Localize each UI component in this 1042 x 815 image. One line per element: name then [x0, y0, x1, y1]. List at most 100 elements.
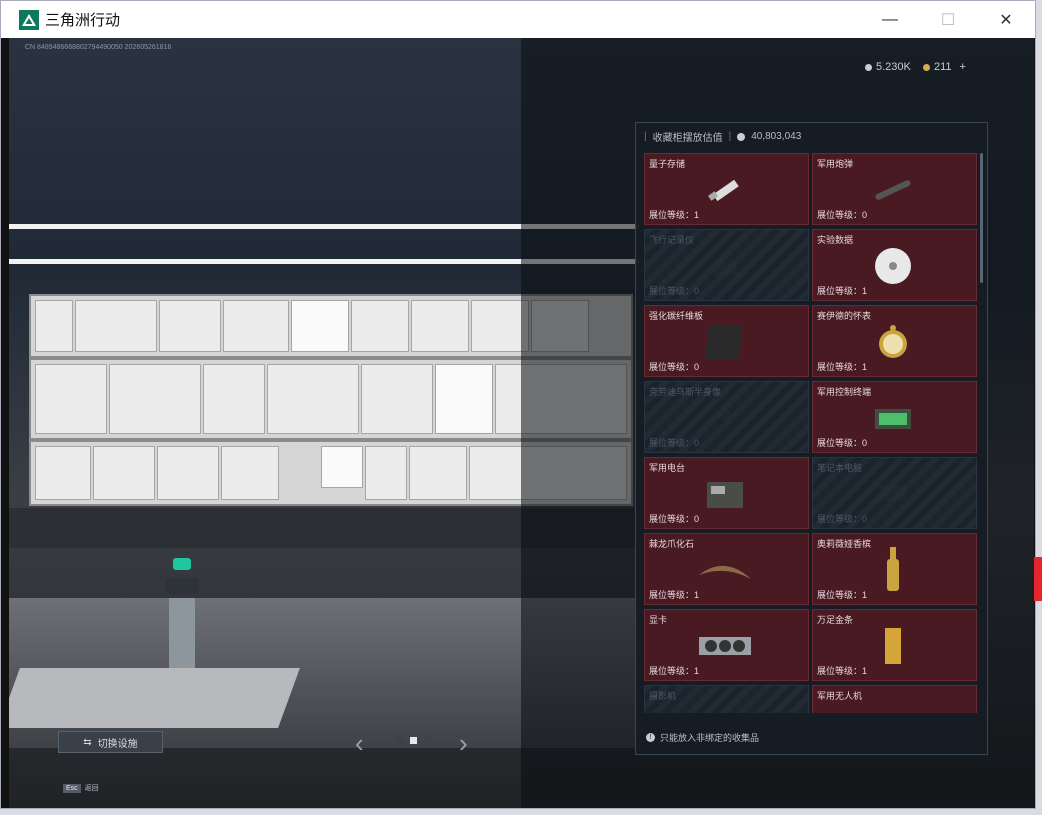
card-name: 实验数据 — [817, 235, 854, 245]
card-name: 军用炮弹 — [817, 159, 854, 169]
drone-icon — [863, 700, 923, 713]
collection-card[interactable]: 赛伊德的怀表 展位等级：1 — [812, 305, 977, 377]
add-currency-button[interactable]: + — [960, 61, 966, 73]
floor-platform — [9, 668, 300, 728]
title-bar: 三角洲行动 — ☐ ✕ — [1, 1, 1035, 38]
silver-coin-icon — [737, 132, 746, 141]
card-name: 飞行记录仪 — [649, 235, 695, 245]
collection-card[interactable]: 笔记本电脑 展位等级：0 — [812, 457, 977, 529]
champagne-icon — [863, 547, 923, 592]
level-prefix: 展位等级： — [649, 590, 695, 600]
switch-facility-button[interactable]: ⇆ 切换设施 — [58, 731, 163, 753]
info-icon: ! — [646, 733, 655, 742]
level-value: 1 — [694, 666, 700, 676]
level-prefix: 展位等级： — [649, 438, 695, 448]
shell-icon — [863, 168, 923, 212]
valuation-value: 40,803,043 — [751, 131, 802, 142]
collection-panel: | 收藏柜摆放估值 | 40,803,043 量子存储 展位等级：1 军用炮弹 展位等… — [635, 122, 988, 755]
silver-coin-icon — [865, 63, 872, 71]
card-level: 展位等级：0 — [649, 284, 699, 297]
maximize-button[interactable]: ☐ — [919, 1, 977, 38]
panel-footer: ! 只能放入非绑定的收集品 — [646, 731, 759, 744]
esc-key: Esc — [63, 783, 81, 793]
scrollbar[interactable] — [980, 153, 983, 283]
level-value: 0 — [694, 362, 700, 372]
card-name: 万足金条 — [817, 615, 854, 625]
collection-card[interactable]: 显卡展位等级：1 — [644, 609, 809, 681]
level-prefix: 展位等级： — [649, 514, 695, 524]
card-level: 展位等级：1 — [817, 664, 867, 677]
level-prefix: 展位等级： — [817, 438, 863, 448]
level-value: 0 — [694, 286, 700, 296]
level-value: 1 — [862, 286, 868, 296]
collection-card[interactable]: 强化碳纤维板 展位等级：0 — [644, 305, 809, 377]
collection-grid: 量子存储 展位等级：1 军用炮弹 展位等级：0 飞行记录仪 展位等级：0 实验数据 展位等级：… — [644, 153, 978, 713]
panel-header: | 收藏柜摆放估值 | 40,803,043 — [644, 131, 802, 144]
card-level: 展位等级：0 — [649, 436, 699, 449]
upgrade-terminal[interactable] — [163, 558, 199, 668]
card-name: 军用无人机 — [817, 691, 863, 701]
page-dot-active[interactable] — [410, 737, 417, 744]
terminal-icon — [863, 396, 923, 440]
level-prefix: 展位等级： — [817, 514, 863, 524]
pocket-watch-icon — [863, 320, 923, 364]
collection-card[interactable]: 棘龙爪化石展位等级：1 — [644, 533, 809, 605]
silver-currency: 5.230K — [865, 61, 911, 73]
prev-page-button[interactable]: ‹ — [355, 728, 364, 759]
collection-card[interactable]: 实验数据 展位等级：1 — [812, 229, 977, 301]
card-name: 量子存储 — [649, 159, 686, 169]
level-value: 1 — [862, 362, 868, 372]
level-value: 1 — [694, 590, 700, 600]
level-prefix: 展位等级： — [817, 590, 863, 600]
swap-icon: ⇆ — [83, 736, 92, 748]
back-hint[interactable]: Esc 返回 — [63, 783, 99, 793]
collection-card[interactable]: 军用电台 展位等级：0 — [644, 457, 809, 529]
collection-card[interactable]: 奥莉薇娅香槟 展位等级：1 — [812, 533, 977, 605]
radio-icon — [695, 472, 755, 516]
collection-card[interactable]: 量子存储展位等级：1 — [644, 153, 809, 225]
card-name: 显卡 — [649, 615, 668, 625]
level-prefix: 展位等级： — [649, 210, 695, 220]
collection-card[interactable]: 军用控制终端 展位等级：0 — [812, 381, 977, 453]
level-value: 1 — [862, 666, 868, 676]
side-tab[interactable] — [1034, 557, 1042, 601]
minimize-button[interactable]: — — [861, 1, 919, 38]
carbon-plate-icon — [695, 320, 755, 364]
gpu-icon — [695, 624, 755, 668]
usb-drive-icon — [695, 168, 755, 212]
bust-icon — [695, 396, 755, 440]
collection-card[interactable]: 万足金条展位等级：1 — [812, 609, 977, 681]
level-value: 0 — [862, 210, 868, 220]
level-value: 1 — [862, 590, 868, 600]
card-level: 展位等级：0 — [649, 360, 699, 373]
card-name: 笔记本电脑 — [817, 463, 863, 473]
collection-card[interactable]: 军用炮弹展位等级：0 — [812, 153, 977, 225]
collection-card[interactable]: 摄影机 — [644, 685, 809, 713]
level-prefix: 展位等级： — [649, 666, 695, 676]
level-prefix: 展位等级： — [817, 362, 863, 372]
gold-coin-icon — [923, 63, 930, 71]
card-level: 展位等级：0 — [649, 512, 699, 525]
gold-bar-icon — [863, 624, 923, 668]
level-prefix: 展位等级： — [649, 286, 695, 296]
level-prefix: 展位等级： — [649, 362, 695, 372]
card-level: 展位等级：1 — [817, 588, 867, 601]
card-name: 棘龙爪化石 — [649, 539, 695, 549]
player-uid: CN 8489486668802794490050 202605261816 — [25, 44, 172, 51]
collection-card[interactable]: 军用无人机 — [812, 685, 977, 713]
window-title: 三角洲行动 — [45, 12, 121, 29]
level-prefix: 展位等级： — [817, 210, 863, 220]
collection-card[interactable]: 克劳迪乌斯半身像 展位等级：0 — [644, 381, 809, 453]
page-dot[interactable] — [425, 737, 432, 744]
level-value: 0 — [862, 438, 868, 448]
claw-fossil-icon — [695, 548, 755, 592]
collection-card[interactable]: 飞行记录仪展位等级：0 — [644, 229, 809, 301]
laptop-icon — [863, 472, 923, 516]
valuation-label: 收藏柜摆放估值 — [652, 133, 723, 144]
card-level: 展位等级：0 — [817, 208, 867, 221]
level-prefix: 展位等级： — [817, 666, 863, 676]
card-level: 展位等级：1 — [649, 208, 699, 221]
next-page-button[interactable]: › — [459, 728, 468, 759]
close-button[interactable]: ✕ — [977, 1, 1035, 38]
page-dot[interactable] — [395, 737, 402, 744]
